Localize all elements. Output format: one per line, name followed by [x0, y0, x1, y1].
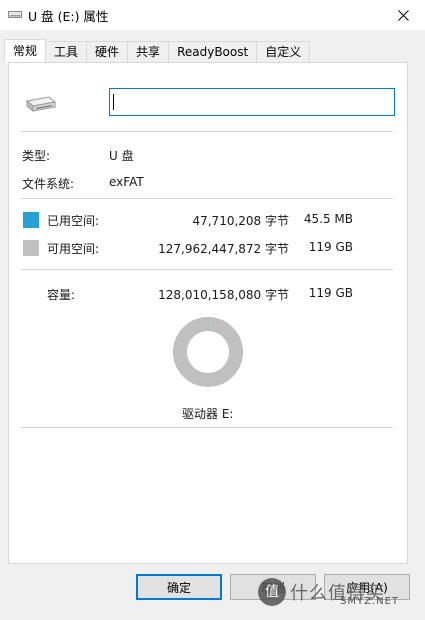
tab-readyboost[interactable]: ReadyBoost	[168, 41, 258, 62]
used-space-size: 45.5 MB	[303, 212, 353, 226]
drive-letter-label: 驱动器 E:	[182, 407, 234, 421]
type-label: 类型:	[22, 149, 51, 163]
divider	[21, 427, 393, 428]
free-space-size: 119 GB	[308, 240, 353, 254]
cancel-button[interactable]: 取消	[230, 574, 316, 600]
properties-window: U 盘 (E:) 属性 常规 工具 硬件 共享 ReadyBoost 自定义 类…	[0, 0, 425, 620]
filesystem-label: 文件系统:	[22, 177, 75, 191]
used-space-label: 已用空间:	[47, 214, 100, 228]
type-value: U 盘	[109, 149, 134, 163]
ok-button[interactable]: 确定	[136, 574, 222, 600]
used-space-swatch	[23, 212, 39, 228]
tab-sharing[interactable]: 共享	[127, 41, 170, 62]
used-space-bytes: 47,710,208 字节	[192, 214, 289, 228]
title-bar: U 盘 (E:) 属性	[0, 0, 425, 30]
usb-drive-icon	[8, 11, 22, 18]
capacity-size: 119 GB	[308, 286, 353, 300]
divider	[21, 269, 393, 270]
usage-donut-chart	[173, 317, 243, 387]
capacity-bytes: 128,010,158,080 字节	[158, 288, 289, 302]
usb-drive-icon	[25, 96, 57, 113]
general-panel: 类型: U 盘 文件系统: exFAT 已用空间: 47,710,208 字节 …	[8, 62, 408, 564]
tab-hardware[interactable]: 硬件	[86, 41, 129, 62]
free-space-bytes: 127,962,447,872 字节	[158, 242, 289, 256]
close-icon	[397, 9, 409, 21]
apply-button[interactable]: 应用(A)	[324, 574, 410, 600]
divider	[21, 131, 393, 132]
close-button[interactable]	[381, 0, 425, 30]
capacity-label: 容量:	[47, 288, 76, 302]
tab-tools[interactable]: 工具	[45, 41, 88, 62]
tab-strip: 常规 工具 硬件 共享 ReadyBoost 自定义	[4, 39, 311, 62]
text-caret	[113, 94, 114, 110]
free-space-swatch	[23, 240, 39, 256]
window-title: U 盘 (E:) 属性	[28, 9, 109, 24]
free-space-ring	[173, 317, 243, 387]
filesystem-value: exFAT	[109, 175, 144, 189]
tab-customize[interactable]: 自定义	[256, 41, 311, 62]
tab-general[interactable]: 常规	[4, 39, 47, 62]
drive-name-input[interactable]	[109, 88, 395, 116]
divider	[21, 198, 393, 199]
free-space-label: 可用空间:	[47, 242, 100, 256]
